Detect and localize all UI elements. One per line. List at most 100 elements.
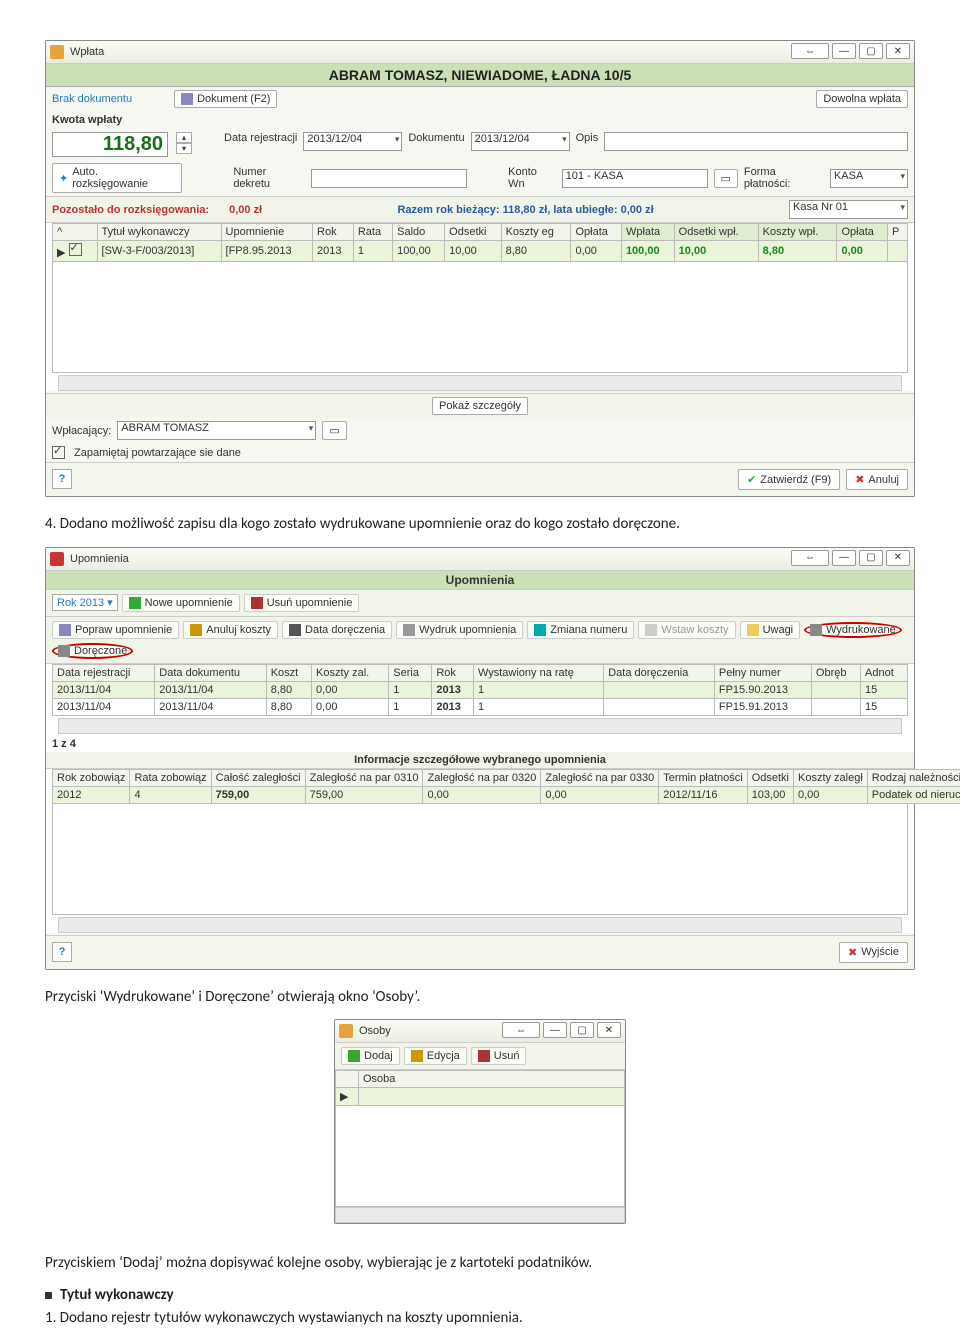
zatwierdz-button[interactable]: ✔Zatwierdź (F9) xyxy=(738,469,840,490)
body-text-6: Przyciskiem ‘Dodaj’ można dopisywać kole… xyxy=(45,1254,915,1274)
osoby-grid[interactable]: Osoba ▶ xyxy=(335,1070,625,1106)
h-scrollbar[interactable] xyxy=(58,375,902,391)
wplata-title: Wpłata xyxy=(70,46,104,58)
minimize-icon[interactable]: — xyxy=(832,550,856,566)
help-icon[interactable]: ? xyxy=(52,942,72,962)
auto-button[interactable]: ✦Auto. rozksięgowanie xyxy=(52,163,182,193)
body-text-5: Przyciski ‘Wydrukowane’ i Doręczone’ otw… xyxy=(45,988,915,1008)
upomnienia-titlebar[interactable]: Upomnienia ⇔ — ▢ ✕ xyxy=(46,548,914,571)
minimize-icon[interactable]: — xyxy=(832,43,856,59)
doc-icon xyxy=(59,624,71,636)
konto-input[interactable]: 101 - KASA xyxy=(562,169,708,188)
help-icon[interactable]: ? xyxy=(52,469,72,489)
h-scrollbar[interactable] xyxy=(58,917,902,933)
minus-icon xyxy=(251,597,263,609)
doreczone-button[interactable]: Doręczone xyxy=(52,643,133,659)
note-icon xyxy=(747,624,759,636)
kasa-select[interactable]: Kasa Nr 01 xyxy=(789,200,908,219)
zmiana-numeru-button[interactable]: Zmiana numeru xyxy=(527,621,634,639)
plus-icon xyxy=(129,597,141,609)
upomnienia-window: Upomnienia ⇔ — ▢ ✕ Upomnienia Rok 2013 ▾… xyxy=(45,547,915,970)
popraw-button[interactable]: Popraw upomnienie xyxy=(52,621,179,639)
wplacajacy-select[interactable]: ABRAM TOMASZ xyxy=(117,421,316,440)
dokument-button[interactable]: Dokument (F2) xyxy=(174,90,277,108)
close-icon[interactable]: ✕ xyxy=(886,550,910,566)
minimize-restore-icon[interactable]: ⇔ xyxy=(791,550,829,566)
osoby-titlebar[interactable]: Osoby ⇔ — ▢ ✕ xyxy=(335,1020,625,1043)
amount-input[interactable]: 118,80 xyxy=(52,132,168,157)
close-icon[interactable]: ✕ xyxy=(597,1022,621,1038)
nowe-upomnienie-button[interactable]: Nowe upomnienie xyxy=(122,594,240,612)
uwagi-button[interactable]: Uwagi xyxy=(740,621,801,639)
maximize-icon[interactable]: ▢ xyxy=(570,1022,594,1038)
edycja-button[interactable]: Edycja xyxy=(404,1047,467,1065)
grid-empty-area xyxy=(335,1106,625,1207)
opis-input[interactable] xyxy=(604,132,908,151)
pencil-icon xyxy=(411,1050,423,1062)
kwota-label: Kwota wpłaty xyxy=(52,114,122,126)
dodaj-button[interactable]: Dodaj xyxy=(341,1047,400,1065)
rok-select[interactable]: Rok 2013 ▾ xyxy=(52,594,118,611)
wplata-window: Wpłata ⇔ — ▢ ✕ ABRAM TOMASZ, NIEWIADOME,… xyxy=(45,40,915,497)
pozostalo-label: Pozostało do rozksięgowania: xyxy=(52,204,209,216)
h-scrollbar[interactable] xyxy=(335,1207,625,1223)
table-row[interactable]: ▶ [SW-3-F/003/2013] [FP8.95.2013 2013 1 … xyxy=(53,241,908,262)
amount-spinner[interactable]: ▴▾ xyxy=(176,132,192,157)
data-rej-label: Data rejestracji xyxy=(224,132,297,157)
plus-icon xyxy=(348,1050,360,1062)
upomnienia-title: Upomnienia xyxy=(70,553,129,565)
info-grid[interactable]: Rok zobowiązRata zobowiązCałość zaległoś… xyxy=(52,769,960,804)
row-checkbox[interactable] xyxy=(69,243,82,256)
konto-label: Konto Wn xyxy=(508,166,556,190)
body-text-4: 4. Dodano możliwość zapisu dla kogo zost… xyxy=(45,515,915,535)
app-icon xyxy=(339,1024,353,1038)
person-header: ABRAM TOMASZ, NIEWIADOME, ŁADNA 10/5 xyxy=(46,64,914,87)
wplata-titlebar[interactable]: Wpłata ⇔ — ▢ ✕ xyxy=(46,41,914,64)
pager-text: 1 z 4 xyxy=(52,736,908,752)
bullet-text: Tytuł wykonawczy xyxy=(60,1286,174,1306)
data-doreczenia-button[interactable]: Data doręczenia xyxy=(282,621,392,639)
grid-empty-area xyxy=(52,804,908,915)
upomnienia-header: Upomnienia xyxy=(46,571,914,590)
wplacajacy-lookup-button[interactable]: ▭ xyxy=(322,421,346,440)
data-rej-select[interactable]: 2013/12/04 xyxy=(303,132,402,151)
anuluj-button[interactable]: ✖Anuluj xyxy=(846,469,908,490)
usun-button[interactable]: Usuń xyxy=(471,1047,527,1065)
info-header: Informacje szczegółowe wybranego upomnie… xyxy=(46,752,914,769)
table-row[interactable]: ▶ xyxy=(336,1088,625,1106)
usun-upomnienie-button[interactable]: Usuń upomnienie xyxy=(244,594,360,612)
wplata-grid[interactable]: ^ Tytuł wykonawczy Upomnienie Rok Rata S… xyxy=(52,223,908,262)
table-row[interactable]: 2013/11/042013/11/048,800,00120131FP15.9… xyxy=(53,681,908,698)
bullet-icon xyxy=(45,1292,52,1299)
close-icon[interactable]: ✕ xyxy=(886,43,910,59)
minimize-restore-icon[interactable]: ⇔ xyxy=(502,1022,540,1038)
minimize-restore-icon[interactable]: ⇔ xyxy=(791,43,829,59)
table-row[interactable]: 2013/11/042013/11/048,800,00120131FP15.9… xyxy=(53,698,908,715)
spin-down-icon[interactable]: ▾ xyxy=(176,143,192,154)
zapamietaj-checkbox[interactable] xyxy=(52,446,65,459)
wyjscie-button[interactable]: ✖Wyjście xyxy=(839,942,908,963)
minimize-icon[interactable]: — xyxy=(543,1022,567,1038)
wydruk-button[interactable]: Wydruk upomnienia xyxy=(396,621,523,639)
maximize-icon[interactable]: ▢ xyxy=(859,550,883,566)
dokumentu-select[interactable]: 2013/12/04 xyxy=(471,132,570,151)
wstaw-koszty-button[interactable]: Wstaw koszty xyxy=(638,621,735,639)
osoby-window: Osoby ⇔ — ▢ ✕ Dodaj Edycja Usuń Osoba ▶ xyxy=(334,1019,626,1224)
osoby-title: Osoby xyxy=(359,1025,391,1037)
doc-icon xyxy=(181,93,193,105)
dowolna-wplata-button[interactable]: Dowolna wpłata xyxy=(816,90,908,108)
wplacajacy-label: Wpłacający: xyxy=(52,425,111,437)
konto-lookup-button[interactable]: ▭ xyxy=(714,169,738,188)
h-scrollbar[interactable] xyxy=(58,718,902,734)
brak-dokumentu-link[interactable]: Brak dokumentu xyxy=(52,93,132,105)
numer-input[interactable] xyxy=(311,169,467,188)
forma-select[interactable]: KASA xyxy=(830,169,908,188)
col-marker[interactable]: ^ xyxy=(53,224,98,241)
wydrukowane-button[interactable]: Wydrukowane xyxy=(804,622,902,638)
table-row[interactable]: 20124759,00759,000,000,002012/11/16103,0… xyxy=(53,786,960,803)
maximize-icon[interactable]: ▢ xyxy=(859,43,883,59)
pokaz-szczegoly-button[interactable]: Pokaż szczegóły xyxy=(432,397,528,415)
spin-up-icon[interactable]: ▴ xyxy=(176,132,192,143)
upomnienia-grid[interactable]: Data rejestracjiData dokumentuKosztKoszt… xyxy=(52,664,908,716)
anuluj-koszty-button[interactable]: Anuluj koszty xyxy=(183,621,278,639)
